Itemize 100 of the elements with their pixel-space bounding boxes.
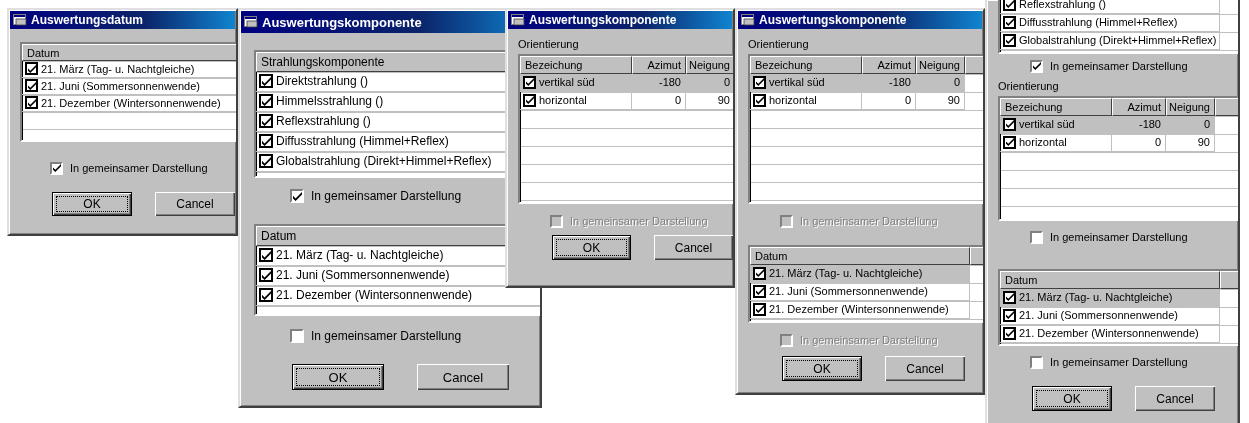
checkbox[interactable] — [25, 62, 38, 75]
checkbox[interactable] — [1003, 135, 1016, 149]
window-title: Auswertungskomponente — [529, 13, 677, 27]
table-cell: vertikal süd — [539, 76, 595, 88]
column-header[interactable]: Neigung — [1166, 98, 1215, 116]
column-header[interactable]: Neigung — [916, 56, 965, 74]
checkbox[interactable] — [523, 93, 536, 107]
table-cell: 21. März (Tag- u. Nachtgleiche) — [276, 248, 444, 262]
table-cell: Reflexstrahlung () — [1019, 0, 1106, 10]
checkbox[interactable] — [290, 329, 304, 343]
checkmark-icon — [755, 287, 764, 295]
checkmark-icon — [755, 269, 764, 277]
dialog-button[interactable]: OK — [552, 235, 631, 260]
checkbox[interactable] — [1003, 33, 1016, 47]
checkbox[interactable] — [259, 288, 273, 302]
checkmark-icon — [1005, 120, 1014, 128]
checkbox-label: In gemeinsamer Darstellung — [1050, 60, 1188, 72]
dialog-button[interactable]: Cancel — [417, 364, 509, 390]
checkbox[interactable] — [1030, 230, 1043, 244]
column-header[interactable]: Datum — [1000, 271, 1220, 289]
checkbox[interactable] — [1003, 15, 1016, 29]
dialog-button[interactable]: OK — [1032, 386, 1112, 411]
checkbox[interactable] — [259, 154, 273, 168]
checkbox-label: In gemeinsamer Darstellung — [570, 215, 708, 227]
checkbox-label: In gemeinsamer Darstellung — [311, 189, 462, 203]
table-cell: 0 — [953, 76, 960, 88]
checkbox[interactable] — [753, 302, 766, 316]
checkmark-icon — [1005, 138, 1014, 146]
checkbox[interactable] — [50, 161, 63, 175]
table-cell: Direktstrahlung () — [276, 74, 369, 88]
table-cell: 90 — [947, 94, 960, 106]
table-cell: 0 — [723, 76, 730, 88]
table-cell: horizontal — [769, 94, 817, 106]
checkbox[interactable] — [259, 94, 273, 108]
column-header[interactable]: Azimut — [1112, 98, 1166, 116]
list-row[interactable]: horizontal 0 90 — [520, 92, 733, 110]
checkbox[interactable] — [1003, 290, 1016, 304]
column-header[interactable]: Datum — [750, 247, 970, 265]
checkbox[interactable] — [25, 96, 38, 109]
table-cell: 0 — [674, 94, 681, 106]
list-row[interactable]: Reflexstrahlung () — [1000, 0, 1238, 14]
table-cell: 0 — [904, 94, 911, 106]
column-header[interactable]: Datum — [22, 44, 236, 61]
window-title: Auswertungskomponente — [759, 13, 907, 27]
column-header[interactable]: Bezeichung — [750, 56, 862, 74]
checkbox[interactable] — [753, 75, 766, 89]
checkbox[interactable] — [1030, 59, 1043, 73]
column-header[interactable]: Bezeichung — [1000, 98, 1112, 116]
checkbox-label: In gemeinsamer Darstellung — [1050, 231, 1188, 243]
table-cell: 90 — [717, 94, 730, 106]
table-cell: 21. März (Tag- u. Nachtgleiche) — [769, 267, 923, 279]
list-row[interactable]: vertikal süd -180 0 — [1000, 116, 1238, 134]
list-row[interactable]: Globalstrahlung (Direkt+Himmel+Reflex) — [1000, 32, 1238, 50]
dialog-button[interactable]: OK — [52, 192, 132, 216]
list-row[interactable]: horizontal 0 90 — [1000, 134, 1238, 152]
checkmark-icon — [525, 96, 534, 104]
table-cell: 21. Dezember (Wintersonnenwende) — [41, 96, 221, 109]
checkmark-icon — [1005, 0, 1014, 8]
checkbox[interactable] — [1003, 0, 1016, 11]
column-header[interactable]: Azimut — [862, 56, 916, 74]
checkbox[interactable] — [25, 79, 38, 92]
table-cell: horizontal — [539, 94, 587, 106]
table-cell: horizontal — [1019, 136, 1067, 148]
dialog-button[interactable]: OK — [782, 356, 862, 381]
list-row[interactable]: 21. Dezember (Wintersonnenwende) — [750, 301, 983, 319]
list-row[interactable]: vertikal süd -180 0 — [750, 74, 983, 92]
checkbox[interactable] — [1003, 117, 1016, 131]
table-cell: vertikal süd — [1019, 118, 1075, 130]
checkbox[interactable] — [259, 248, 273, 262]
checkbox[interactable] — [753, 266, 766, 280]
checkbox[interactable] — [1030, 355, 1043, 369]
column-header[interactable]: Neigung — [686, 56, 733, 74]
table-cell: -180 — [888, 76, 911, 88]
list-row[interactable]: 21. Juni (Sommersonnenwende) — [750, 283, 983, 301]
checkbox[interactable] — [259, 268, 273, 282]
dialog-button[interactable]: OK — [292, 364, 384, 390]
checkbox[interactable] — [753, 284, 766, 298]
checkbox[interactable] — [1003, 326, 1016, 340]
checkbox[interactable] — [290, 189, 304, 203]
list-row[interactable]: Diffusstrahlung (Himmel+Reflex) — [1000, 14, 1238, 32]
dialog-button[interactable]: Cancel — [885, 356, 965, 381]
column-header[interactable]: Bezeichung — [520, 56, 632, 74]
checkbox[interactable] — [259, 114, 273, 128]
table-cell: 21. März (Tag- u. Nachtgleiche) — [1019, 291, 1173, 303]
checkmark-icon — [755, 78, 764, 86]
window-title: Auswertungskomponente — [262, 14, 422, 30]
dialog-button[interactable]: Cancel — [155, 192, 235, 216]
column-header[interactable]: Azimut — [632, 56, 686, 74]
checkbox[interactable] — [753, 93, 766, 107]
checkmark-icon — [1005, 311, 1014, 319]
checkbox[interactable] — [523, 75, 536, 89]
checkbox[interactable] — [259, 74, 273, 88]
checkbox[interactable] — [259, 134, 273, 148]
list-row[interactable]: 21. Dezember (Wintersonnenwende) — [1000, 325, 1238, 343]
checkbox[interactable] — [1003, 308, 1016, 322]
list-row[interactable]: horizontal 0 90 — [750, 92, 983, 110]
window-icon — [511, 14, 525, 26]
dialog-button[interactable]: Cancel — [654, 235, 733, 260]
list-row[interactable]: 21. Juni (Sommersonnenwende) — [1000, 307, 1238, 325]
dialog-button[interactable]: Cancel — [1135, 386, 1215, 411]
